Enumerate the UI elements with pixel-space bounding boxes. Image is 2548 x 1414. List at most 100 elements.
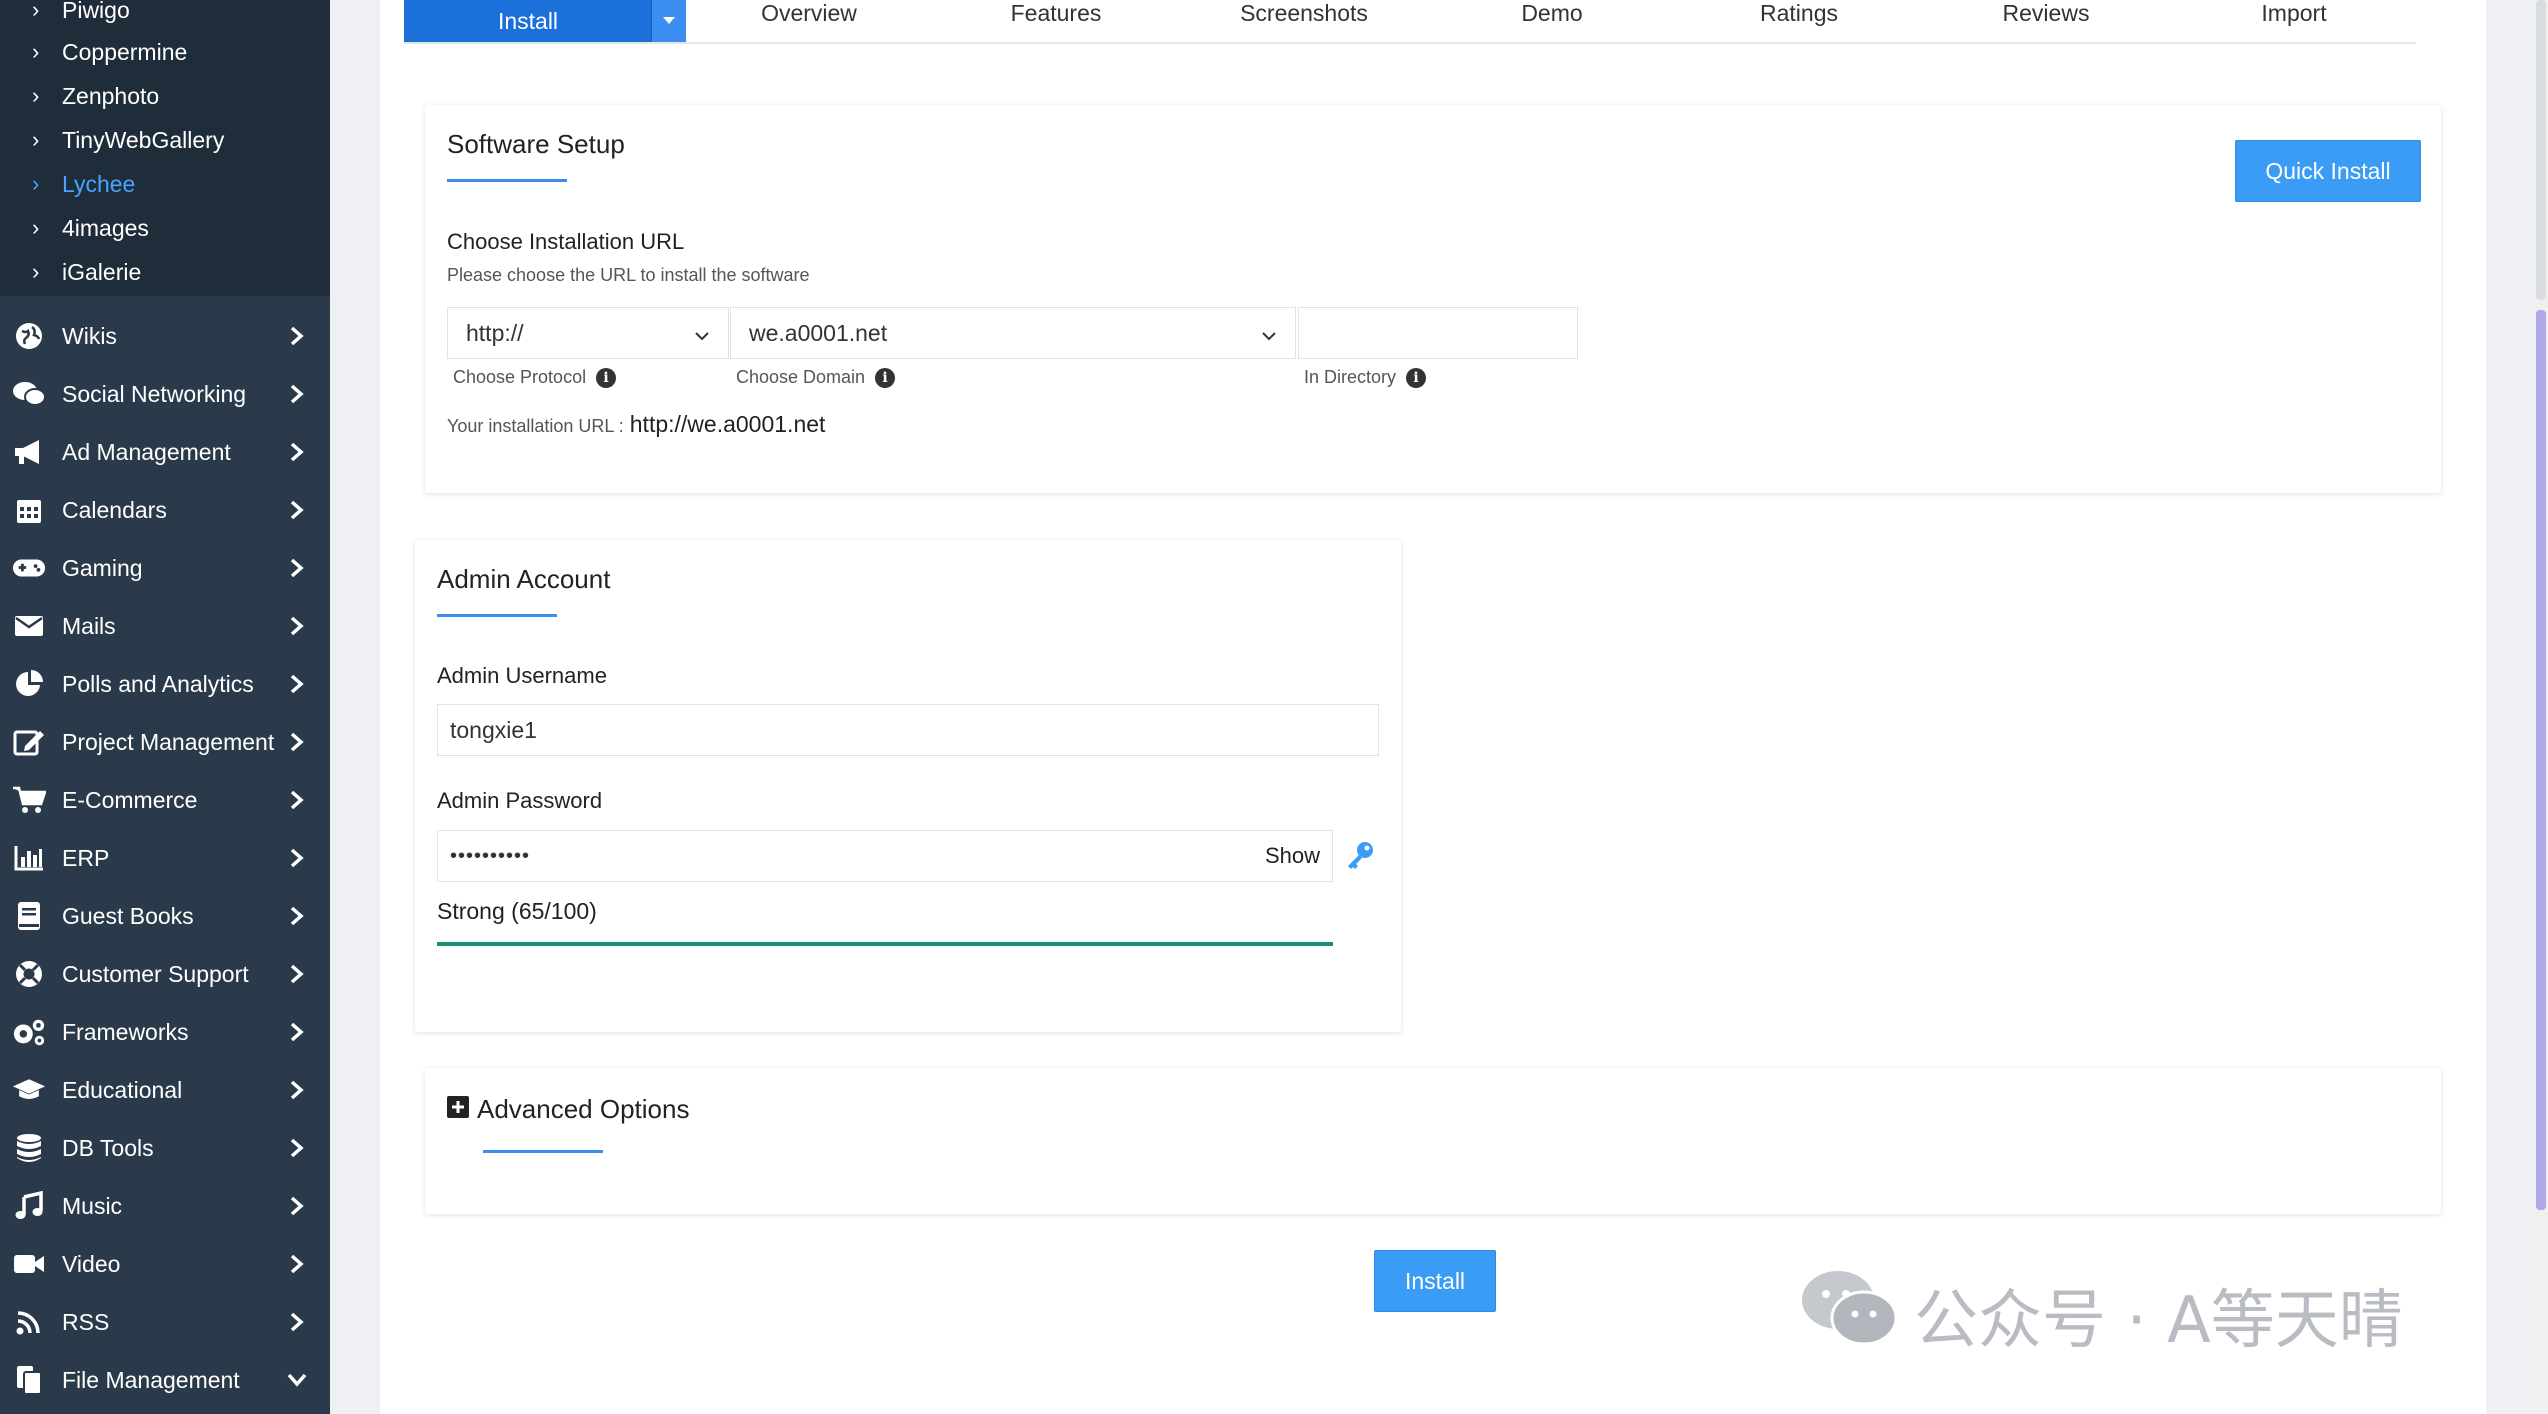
admin-username-input[interactable]: tongxie1: [437, 704, 1379, 756]
sidebar-item-polls-and-analytics[interactable]: Polls and Analytics: [0, 655, 330, 713]
sidebar-item-customer-support[interactable]: Customer Support: [0, 945, 330, 1003]
sidebar-subitem-label: Zenphoto: [62, 82, 160, 109]
chevron-right-icon: [282, 963, 312, 985]
sidebar-item-label: Frameworks: [62, 1018, 189, 1045]
info-icon[interactable]: i: [875, 367, 896, 388]
directory-input[interactable]: [1298, 307, 1578, 359]
edit-icon: [12, 725, 46, 759]
sidebar-item-educational[interactable]: Educational: [0, 1061, 330, 1119]
tab-import[interactable]: Import: [2194, 0, 2394, 26]
caret-down-icon[interactable]: [651, 0, 686, 42]
key-icon[interactable]: [1345, 840, 1375, 870]
sidebar-subitem-tinywebgallery[interactable]: › TinyWebGallery: [0, 118, 224, 162]
tab-demo[interactable]: Demo: [1452, 0, 1652, 26]
sidebar-subitem-zenphoto[interactable]: › Zenphoto: [0, 74, 159, 118]
sidebar-item-music[interactable]: Music: [0, 1177, 330, 1235]
sidebar-item-label: Music: [62, 1192, 123, 1219]
sidebar-item-label: E-Commerce: [62, 786, 198, 813]
sidebar-item-wikis[interactable]: Wikis: [0, 307, 330, 365]
password-strength-text: Strong (65/100): [437, 898, 597, 924]
show-password-toggle[interactable]: Show: [1265, 843, 1320, 869]
sidebar-subitem-igalerie[interactable]: › iGalerie: [0, 250, 141, 294]
sidebar: › Piwigo › Coppermine › Zenphoto › TinyW…: [0, 0, 330, 1414]
sidebar-item-label: Wikis: [62, 322, 117, 349]
cart-icon: [12, 783, 46, 817]
chevron-right-icon: ›: [32, 83, 40, 108]
sidebar-subitem-4images[interactable]: › 4images: [0, 206, 149, 250]
sidebar-sublist: › Piwigo › Coppermine › Zenphoto › TinyW…: [0, 0, 330, 296]
chevron-right-icon: ›: [32, 171, 40, 196]
chevron-right-icon: [282, 441, 312, 463]
install-button[interactable]: Install: [1374, 1250, 1496, 1312]
sidebar-item-calendars[interactable]: Calendars: [0, 481, 330, 539]
admin-username-label: Admin Username: [437, 663, 607, 688]
title-underline: [483, 1150, 603, 1153]
globe-icon: [12, 319, 46, 353]
choose-url-hint: Please choose the URL to install the sof…: [447, 265, 810, 286]
sidebar-item-video[interactable]: Video: [0, 1235, 330, 1293]
sidebar-item-social-networking[interactable]: Social Networking: [0, 365, 330, 423]
chevron-right-icon: ›: [32, 127, 40, 152]
sidebar-subitem-label: iGalerie: [62, 258, 142, 285]
installation-url-row: Your installation URL : http://we.a0001.…: [447, 411, 825, 438]
sidebar-item-e-commerce[interactable]: E-Commerce: [0, 771, 330, 829]
envelope-icon: [12, 609, 46, 643]
chevron-right-icon: ›: [32, 259, 40, 284]
domain-select[interactable]: we.a0001.net: [730, 307, 1296, 359]
chevron-right-icon: [282, 325, 312, 347]
protocol-select[interactable]: http://: [447, 307, 729, 359]
chevron-right-icon: ›: [32, 0, 40, 22]
lifebuoy-icon: [12, 957, 46, 991]
sidebar-item-frameworks[interactable]: Frameworks: [0, 1003, 330, 1061]
sidebar-item-guest-books[interactable]: Guest Books: [0, 887, 330, 945]
domain-value: we.a0001.net: [749, 319, 888, 346]
tab-features[interactable]: Features: [956, 0, 1156, 26]
tab-reviews[interactable]: Reviews: [1946, 0, 2146, 26]
sidebar-item-label: Gaming: [62, 554, 143, 581]
sidebar-subitem-label: Coppermine: [62, 38, 188, 65]
software-setup-title: Software Setup: [447, 129, 625, 159]
watermark: 公众号 · A等天晴: [1800, 1268, 2403, 1362]
installation-url-label: Your installation URL :: [447, 416, 624, 436]
choose-url-label: Choose Installation URL: [447, 229, 685, 254]
page-scrollbar[interactable]: [2534, 0, 2548, 1414]
sidebar-item-project-management[interactable]: Project Management: [0, 713, 330, 771]
sidebar-item-rss[interactable]: RSS: [0, 1293, 330, 1351]
sidebar-item-label: File Management: [62, 1366, 240, 1393]
sidebar-item-label: Polls and Analytics: [62, 670, 254, 697]
directory-caption-text: In Directory: [1304, 367, 1397, 387]
chevron-right-icon: [282, 1021, 312, 1043]
directory-caption: In Directory i: [1304, 367, 1427, 388]
sidebar-item-gaming[interactable]: Gaming: [0, 539, 330, 597]
quick-install-button[interactable]: Quick Install: [2235, 140, 2421, 202]
sidebar-item-db-tools[interactable]: DB Tools: [0, 1119, 330, 1177]
sidebar-item-mails[interactable]: Mails: [0, 597, 330, 655]
advanced-options-toggle[interactable]: Advanced Options: [447, 1094, 689, 1125]
info-icon[interactable]: i: [1406, 367, 1427, 388]
scrollbar-thumb[interactable]: [2536, 310, 2546, 1210]
domain-caption: Choose Domain i: [736, 367, 896, 388]
info-icon[interactable]: i: [596, 367, 617, 388]
tab-install-label: Install: [497, 7, 559, 34]
tab-screenshots[interactable]: Screenshots: [1204, 0, 1404, 26]
chevron-down-icon: [1261, 320, 1277, 347]
admin-password-label: Admin Password: [437, 788, 603, 813]
sidebar-item-ad-management[interactable]: Ad Management: [0, 423, 330, 481]
tab-install[interactable]: Install: [404, 0, 686, 42]
sidebar-item-file-management[interactable]: File Management: [0, 1351, 330, 1409]
tab-ratings[interactable]: Ratings: [1699, 0, 1899, 26]
watermark-text: 公众号 · A等天晴: [1914, 1284, 2403, 1358]
sidebar-item-erp[interactable]: ERP: [0, 829, 330, 887]
sidebar-subitem-lychee[interactable]: › Lychee: [0, 162, 135, 206]
chevron-right-icon: [282, 847, 312, 869]
tab-overview[interactable]: Overview: [709, 0, 909, 26]
chevron-right-icon: [282, 731, 312, 753]
sidebar-subitem-coppermine[interactable]: › Coppermine: [0, 30, 187, 74]
sidebar-item-label: Video: [62, 1250, 121, 1277]
sidebar-subitem-piwigo[interactable]: › Piwigo: [0, 0, 130, 32]
video-icon: [12, 1247, 46, 1281]
admin-password-input[interactable]: •••••••••• Show: [437, 830, 1333, 882]
chevron-right-icon: [282, 673, 312, 695]
tab-bar: Install Overview Features Screenshots De…: [404, 0, 2416, 44]
chevron-down-icon: [282, 1372, 312, 1388]
